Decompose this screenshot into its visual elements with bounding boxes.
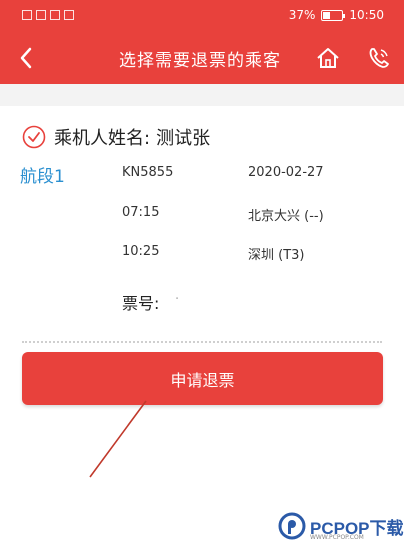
watermark-subtext: WWW.PCPOP.COM: [310, 534, 364, 541]
clock: 10:50: [349, 8, 384, 22]
back-button[interactable]: [12, 43, 40, 73]
phone-icon: [369, 48, 389, 68]
home-icon: [317, 48, 339, 68]
nav-bar: 选择需要退票的乘客: [0, 33, 404, 84]
departure-time: 07:15: [122, 205, 160, 220]
pcpop-logo-icon: [278, 512, 306, 540]
passenger-label: 乘机人姓名:: [54, 128, 151, 149]
ticket-number: ·: [175, 292, 180, 307]
chevron-left-icon: [20, 47, 32, 69]
passenger-row[interactable]: 乘机人姓名: 测试张: [22, 124, 210, 150]
watermark: PCPOP下载 WWW.PCPOP.COM: [278, 510, 404, 542]
flight-date: 2020-02-27: [248, 165, 324, 180]
passenger-name: 测试张: [156, 128, 211, 149]
divider: [22, 341, 382, 343]
page-title: 选择需要退票的乘客: [119, 51, 281, 71]
notification-icon: [64, 10, 74, 20]
arrival-time: 10:25: [122, 244, 160, 259]
apply-refund-button[interactable]: 申请退票: [22, 352, 383, 405]
check-circle-icon[interactable]: [22, 125, 46, 149]
signal-icon: [36, 10, 46, 20]
phone-button[interactable]: [366, 45, 392, 71]
segment-label: 航段1: [20, 167, 65, 187]
departure-airport: 北京大兴 (--): [248, 209, 324, 224]
annotation-arrow: [89, 400, 147, 478]
battery-percent: 37%: [288, 8, 316, 22]
ticket-label: 票号:: [122, 294, 160, 313]
arrival-airport: 深圳 (T3): [248, 248, 305, 263]
home-button[interactable]: [315, 45, 341, 71]
battery-icon: [321, 9, 346, 21]
flight-number: KN5855: [122, 165, 174, 180]
status-right: 37% 10:50: [289, 8, 384, 22]
status-bar: 37% 10:50: [0, 0, 404, 33]
signal-icon: [22, 10, 32, 20]
card-top-gap: [0, 84, 404, 106]
wifi-icon: [50, 10, 60, 20]
status-icons: [22, 8, 74, 22]
battery-fill: [323, 11, 331, 19]
